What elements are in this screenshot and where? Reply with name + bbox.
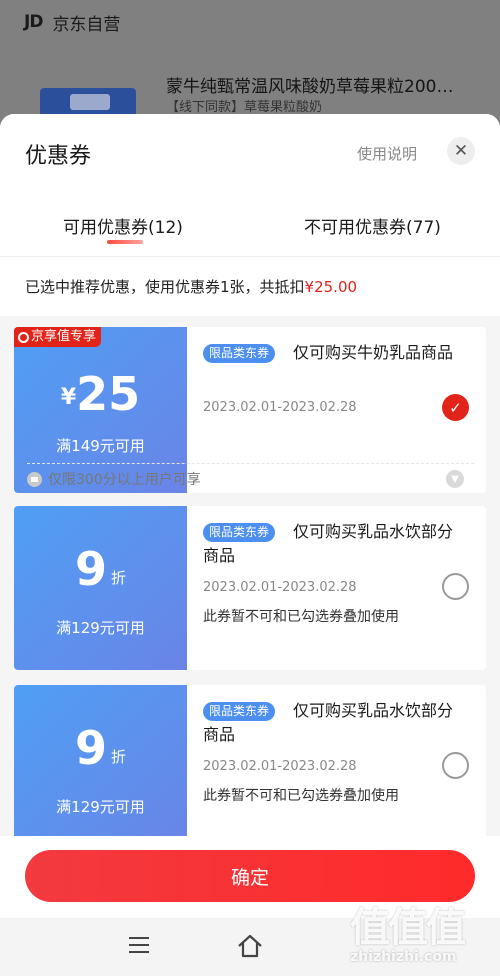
- coupon-card[interactable]: 京享值专享 ¥25 满149元可用 限品类东券 仅可购买牛奶乳品商品 2023.…: [14, 327, 486, 493]
- store-header: JD 京东自营: [0, 0, 500, 44]
- discount-unit: 折: [111, 569, 127, 587]
- product-subtitle: 【线下同款】草莓果粒酸奶: [166, 100, 323, 115]
- coupon-threshold: 满149元可用: [56, 437, 145, 455]
- selection-summary: 已选中推荐优惠，使用优惠券1张，共抵扣 ¥25.00: [0, 256, 500, 316]
- coupon-validity: 2023.02.01-2023.02.28: [203, 580, 357, 595]
- tab-unavailable-coupons[interactable]: 不可用优惠券(77): [304, 213, 441, 238]
- coupon-detail: 限品类东券 仅可购买乳品水饮部分商品 2023.02.01-2023.02.28…: [187, 685, 486, 849]
- coupon-value-panel: 9折 满129元可用: [14, 506, 187, 670]
- coupon-value: 9折: [14, 721, 187, 775]
- currency-symbol: ¥: [60, 385, 77, 410]
- watermark-url: zhizhizhi.com: [350, 949, 457, 965]
- dashed-divider: [27, 463, 474, 464]
- coupon-validity: 2023.02.01-2023.02.28: [203, 759, 357, 774]
- product-title: 蒙牛纯甄常温风味酸奶草莓果粒200…: [166, 77, 454, 97]
- selected-check-icon[interactable]: ✓: [442, 394, 469, 421]
- close-button[interactable]: ✕: [447, 137, 475, 165]
- watermark-logo: 值值值: [350, 905, 466, 951]
- usage-instructions-link[interactable]: 使用说明: [357, 143, 417, 164]
- coupon-amount: 25: [76, 367, 141, 421]
- coupon-card[interactable]: 9折 满129元可用 限品类东券 仅可购买乳品水饮部分商品 2023.02.01…: [14, 506, 486, 670]
- select-radio[interactable]: [442, 752, 469, 779]
- ticket-icon: [27, 471, 42, 487]
- home-icon[interactable]: [236, 933, 264, 959]
- badge-label: 京享值专享: [31, 329, 97, 344]
- summary-amount: ¥25.00: [304, 277, 358, 296]
- chevron-down-icon[interactable]: ▼: [446, 470, 464, 488]
- tab-available-coupons[interactable]: 可用优惠券(12): [63, 213, 183, 238]
- store-name: 京东自营: [52, 14, 121, 35]
- active-tab-indicator: [107, 240, 143, 244]
- coupon-discount: 9: [74, 721, 107, 775]
- sheet-title: 优惠券: [25, 144, 92, 169]
- jd-logo: JD: [24, 12, 43, 32]
- restriction-text: 仅限300分以上用户可享: [48, 472, 201, 488]
- menu-icon[interactable]: [129, 937, 149, 955]
- coupon-validity: 2023.02.01-2023.02.28: [203, 400, 357, 415]
- coupon-value: ¥25: [14, 367, 187, 421]
- coupon-threshold: 满129元可用: [56, 798, 145, 816]
- discount-unit: 折: [111, 748, 127, 766]
- coupon-detail: 限品类东券 仅可购买乳品水饮部分商品 2023.02.01-2023.02.28…: [187, 506, 486, 670]
- summary-text: 已选中推荐优惠，使用优惠券1张，共抵扣: [25, 278, 305, 296]
- coupon-title: 仅可购买牛奶乳品商品: [293, 343, 454, 362]
- coupon-discount: 9: [74, 542, 107, 596]
- coupon-value: 9折: [14, 542, 187, 596]
- coupon-card[interactable]: 9折 满129元可用 限品类东券 仅可购买乳品水饮部分商品 2023.02.01…: [14, 685, 486, 849]
- vip-exclusive-badge: 京享值专享: [14, 327, 102, 347]
- coupon-value-panel: 9折 满129元可用: [14, 685, 187, 849]
- coupon-stack-note: 此券暂不可和已勾选券叠加使用: [203, 609, 399, 625]
- coupon-stack-note: 此券暂不可和已勾选券叠加使用: [203, 788, 399, 804]
- medal-icon: [18, 331, 29, 343]
- coupon-detail: 限品类东券 仅可购买牛奶乳品商品 2023.02.01-2023.02.28 ✓…: [27, 327, 486, 493]
- coupon-title: 仅可购买乳品水饮部分商品: [203, 522, 454, 565]
- coupon-threshold: 满129元可用: [56, 619, 145, 637]
- coupon-restriction: 仅限300分以上用户可享: [27, 469, 201, 489]
- select-radio[interactable]: [442, 573, 469, 600]
- watermark: 值值值 zhizhizhi.com: [350, 895, 490, 973]
- close-icon: ✕: [453, 140, 469, 161]
- coupon-sheet: 优惠券 使用说明 ✕ 可用优惠券(12) 不可用优惠券(77) 已选中推荐优惠，…: [0, 114, 500, 918]
- sheet-header: 优惠券 使用说明 ✕ 可用优惠券(12) 不可用优惠券(77): [0, 114, 500, 256]
- coupon-title: 仅可购买乳品水饮部分商品: [203, 701, 454, 744]
